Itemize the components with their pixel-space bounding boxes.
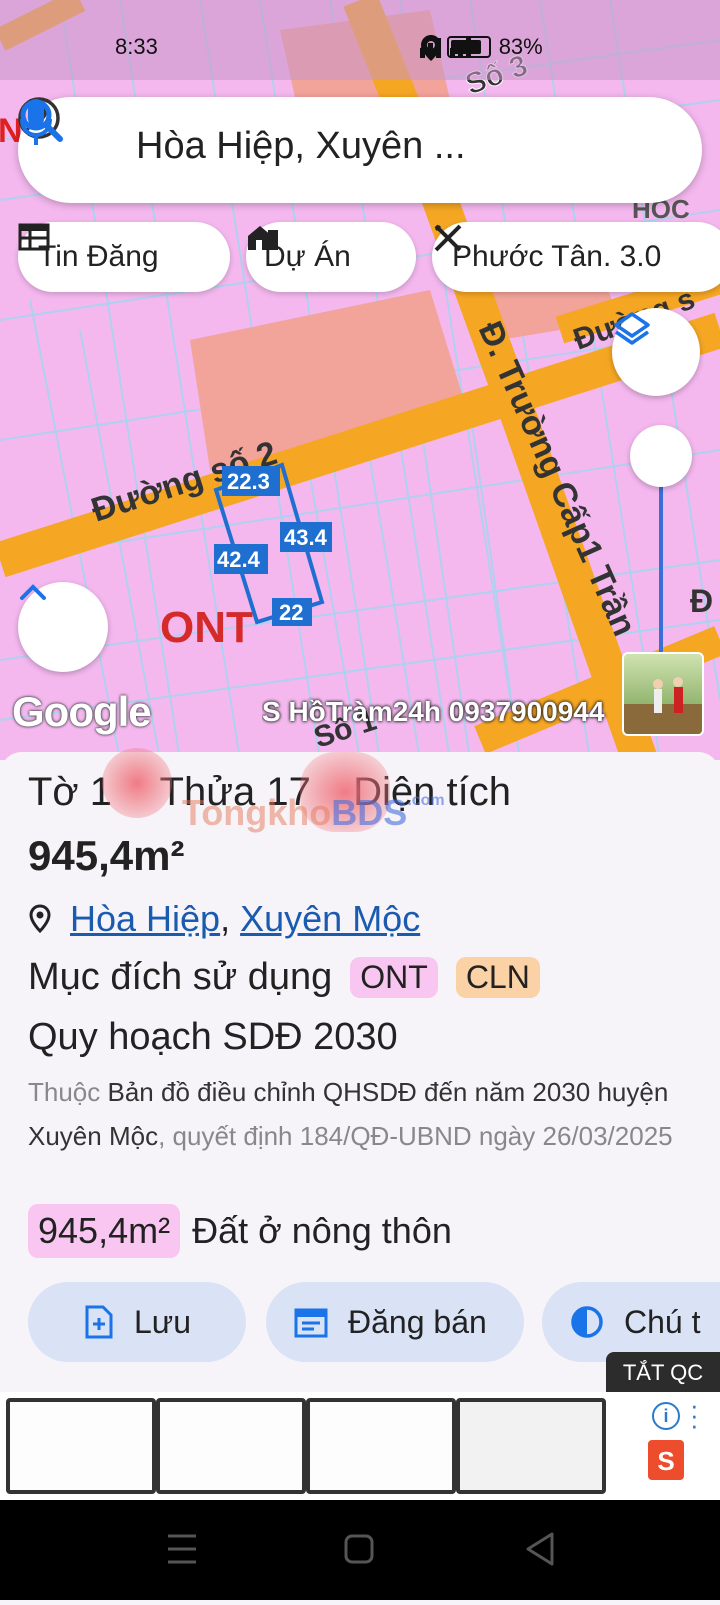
street-photo-thumbnail[interactable] [622, 652, 704, 736]
save-add-icon [85, 1305, 113, 1339]
status-bar: 8:33 4G 83% [0, 0, 720, 80]
district-link[interactable]: Xuyên Mộc [240, 898, 420, 940]
ad-info-icon[interactable]: i [652, 1402, 680, 1430]
calendar-icon [294, 1308, 328, 1338]
photo-people-image [624, 677, 702, 734]
chip-phuoc-tan[interactable]: Phước Tân. 3.0 [432, 222, 720, 292]
search-bar[interactable]: Hòa Hiệp, Xuyên ... [18, 97, 702, 203]
save-label: Lưu [134, 1303, 192, 1340]
plan-description: Thuộc Bản đồ điều chỉnh QHSDĐ đến năm 20… [28, 1070, 698, 1158]
chevron-up-icon [20, 584, 46, 600]
table-icon [18, 223, 50, 251]
land-use-purpose: Mục đích sử dụng ONT CLN [28, 956, 540, 999]
purpose-label: Mục đích sử dụng [28, 956, 333, 998]
battery-percent: 83% [498, 34, 543, 59]
nav-icons [168, 1532, 554, 1566]
location-pin-icon [29, 904, 51, 934]
home-icon [344, 1534, 374, 1564]
zone-area-badge: 945,4m² [28, 1204, 181, 1258]
plan-prefix: Thuộc [28, 1077, 101, 1107]
watermark-text: S HồTràm24h 0937900944 [262, 696, 605, 727]
chip-tin-dang[interactable]: Tin Đăng [18, 222, 230, 292]
chip-du-an[interactable]: Dự Án [246, 222, 416, 292]
post-sale-label: Đăng bán [348, 1303, 487, 1340]
purpose-badge-cln: CLN [455, 957, 540, 998]
expand-sheet-button[interactable] [18, 582, 108, 672]
plan-title: Quy hoạch SDĐ 2030 [28, 1016, 398, 1058]
building-icon [248, 226, 278, 250]
save-button[interactable]: Lưu [28, 1282, 246, 1362]
location-separator: , [220, 898, 231, 939]
measure-right: 43.4 [284, 525, 328, 550]
chip-label: Tin Đăng [38, 240, 159, 273]
zone-area-row: 945,4m² Đất ở nông thôn [28, 1204, 452, 1258]
plan-decision: , quyết định 184/QĐ-UBND ngày 26/03/2025 [158, 1121, 673, 1151]
shopee-icon[interactable]: S [648, 1440, 684, 1480]
map-label-partial-edge: Đ [690, 583, 713, 619]
post-sale-button[interactable]: Đăng bán [266, 1282, 524, 1362]
measure-top: 22.3 [227, 469, 270, 494]
layers-button[interactable] [612, 308, 700, 396]
system-nav-bar [0, 1500, 720, 1600]
parcel-area: 945,4m² [28, 832, 185, 879]
brand-watermark-right: BDS [331, 792, 408, 833]
ad-product-image [456, 1398, 606, 1494]
brand-watermark-left: Tongkho [182, 792, 332, 833]
search-query[interactable]: Hòa Hiệp, Xuyên ... [136, 125, 536, 168]
google-logo: Google [12, 688, 152, 735]
ruler-pencil-icon [434, 224, 462, 252]
contrast-icon [571, 1306, 603, 1338]
mic-icon[interactable] [18, 97, 54, 147]
map-view[interactable]: Số 3 Đường số 2 Đ. Trường Cấp1 Trần Đườn… [0, 0, 720, 760]
battery-icon [446, 36, 491, 58]
chip-label: Phước Tân. 3.0 [452, 240, 662, 273]
status-time: 8:33 [115, 34, 158, 59]
zone-label: ONT [160, 603, 253, 652]
measure-left: 42.4 [217, 547, 261, 572]
close-ad-button[interactable]: TẮT QC [606, 1352, 720, 1394]
ad-more-icon[interactable]: · · · [690, 1392, 699, 1438]
measure-bottom: 22 [279, 600, 303, 625]
ad-product-image [306, 1398, 456, 1494]
purpose-badge-ont: ONT [350, 957, 438, 998]
ward-link[interactable]: Hòa Hiệp [70, 898, 220, 940]
note-label: Chú t [624, 1303, 701, 1340]
sheet-label: Tờ 1 [28, 770, 113, 814]
opacity-slider-track[interactable] [659, 487, 663, 655]
opacity-slider-knob[interactable] [630, 425, 692, 487]
ad-banner[interactable]: i · · · S [0, 1392, 720, 1500]
layers-icon [614, 312, 650, 345]
brand-watermark-suffix: .com [407, 792, 445, 809]
redaction-blur [102, 748, 172, 818]
ad-product-image [156, 1398, 306, 1494]
brand-watermark: TongkhoBDS.com [182, 792, 445, 834]
note-button[interactable]: Chú t [542, 1282, 720, 1362]
zone-type: Đất ở nông thôn [192, 1210, 452, 1251]
ad-product-image [6, 1398, 156, 1494]
parcel-location: Hòa Hiệp, Xuyên Mộc [28, 898, 420, 940]
recent-apps-icon [168, 1534, 196, 1564]
back-icon [526, 1532, 554, 1566]
